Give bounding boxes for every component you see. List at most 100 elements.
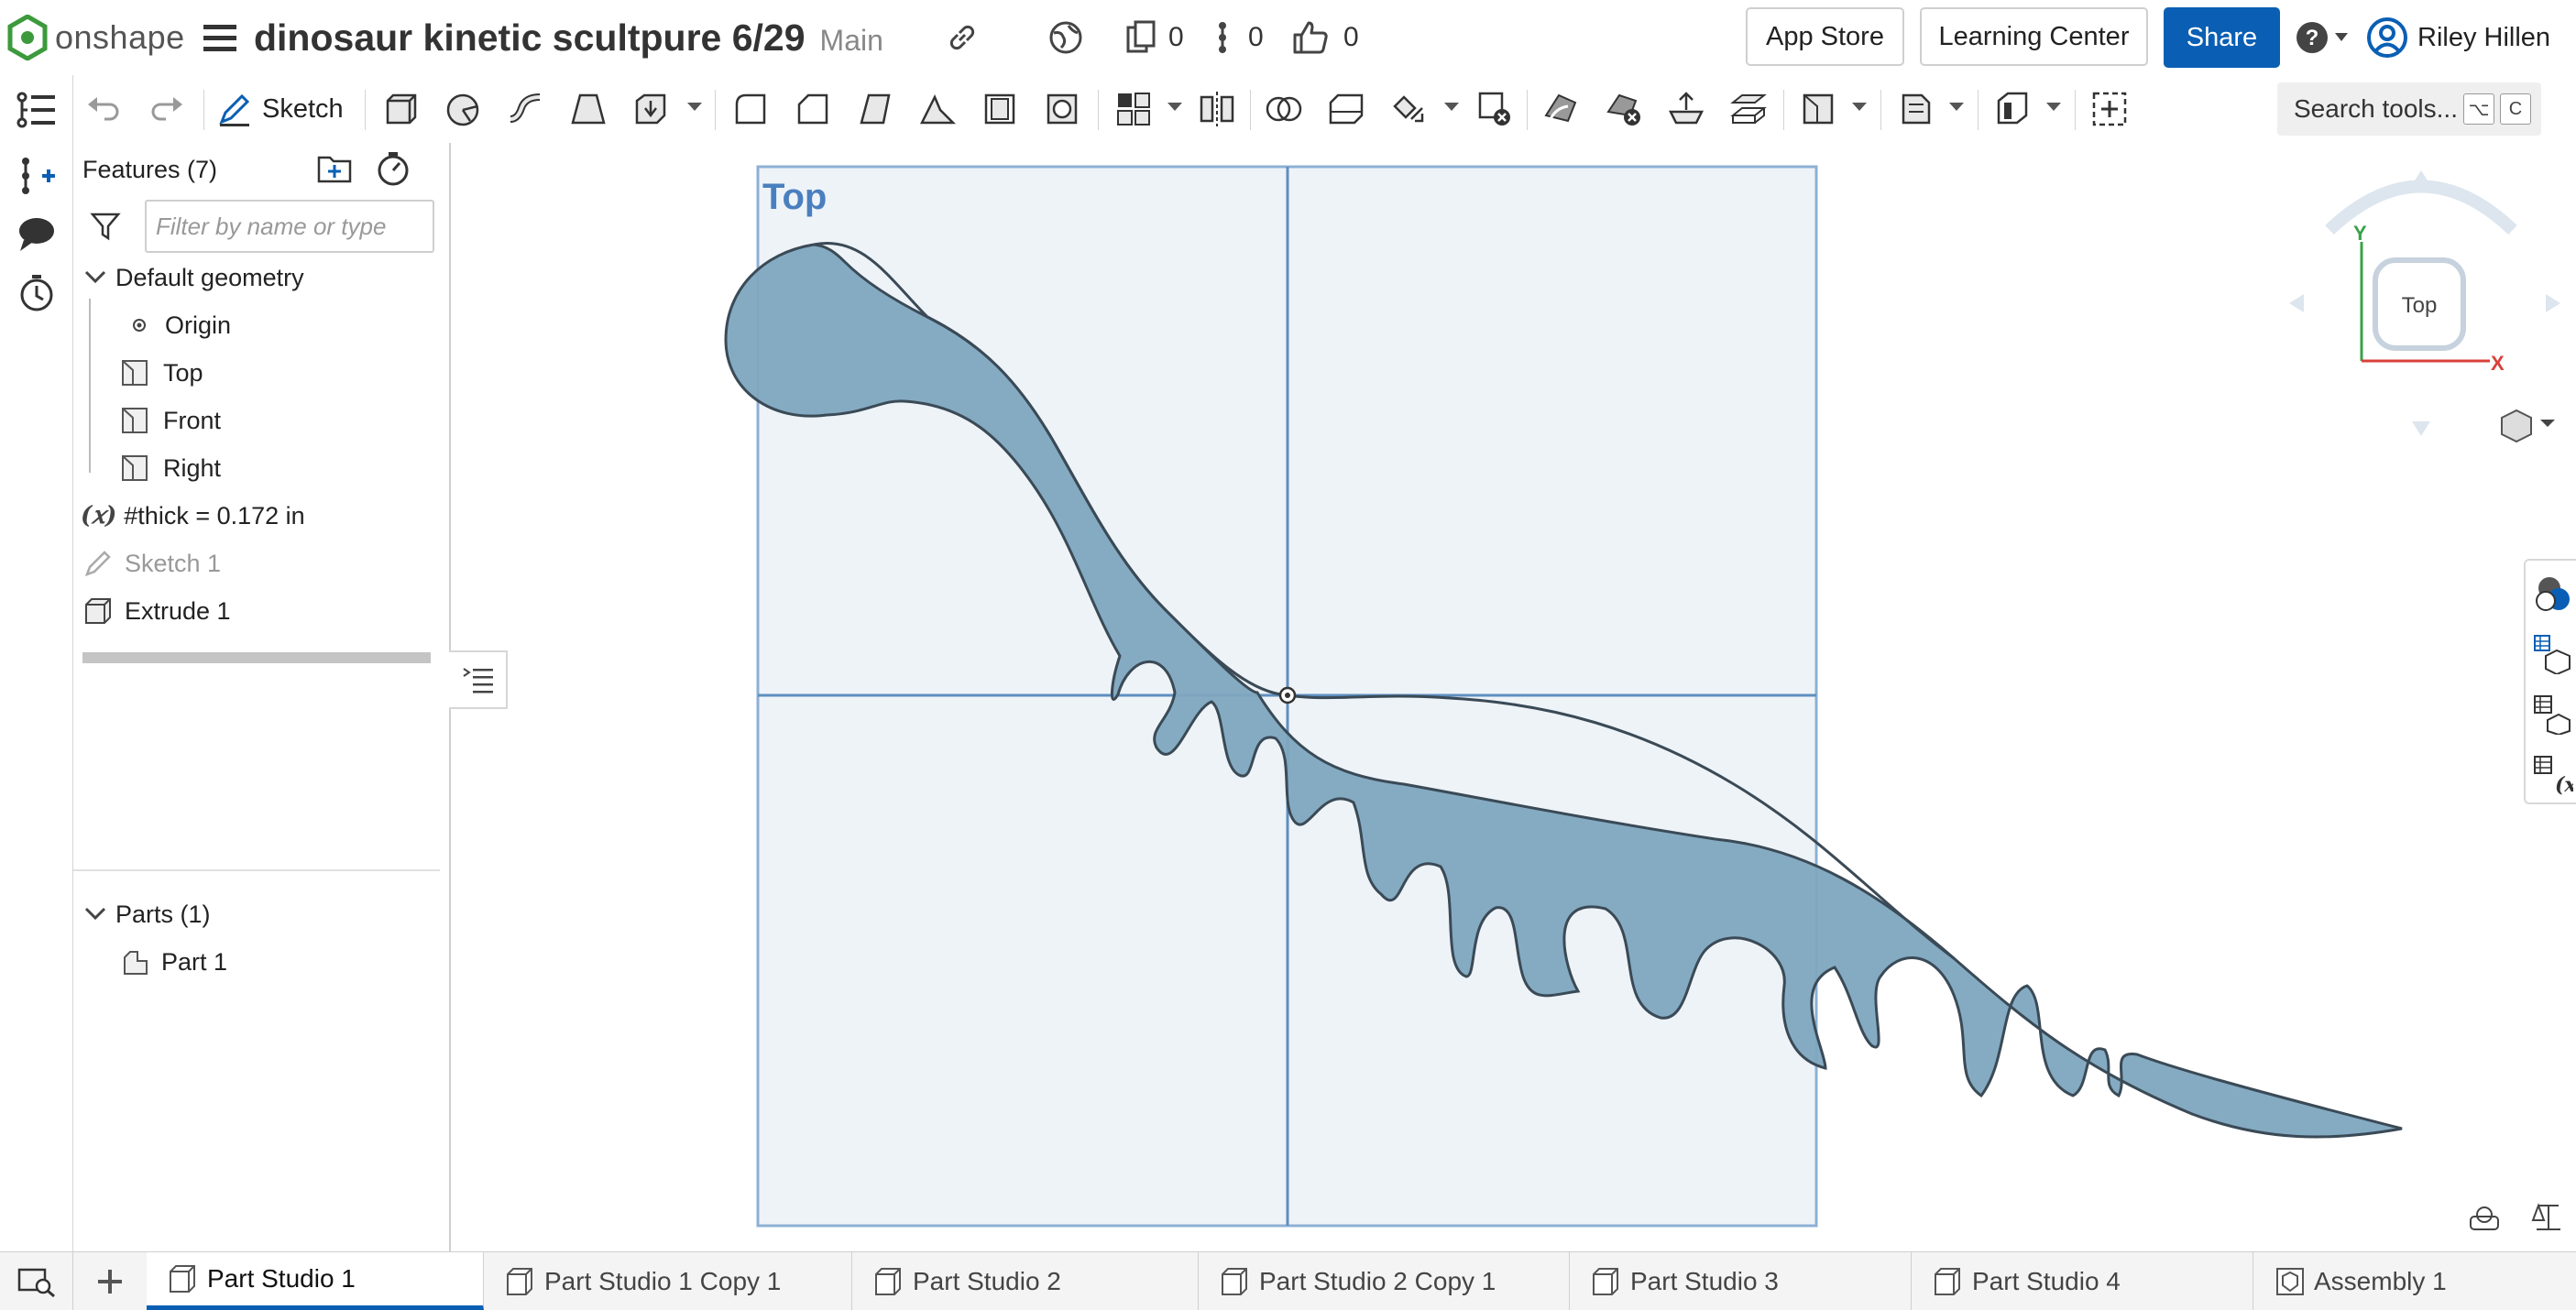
plane-label: Top	[762, 177, 827, 217]
default-geometry-label: Default geometry	[115, 263, 304, 291]
document-title-text[interactable]: dinosaur kinetic scultpure 6/29	[254, 16, 806, 60]
versions-counter[interactable]: 0	[1124, 0, 1184, 75]
chamfer-icon[interactable]	[792, 88, 834, 130]
tab-label: Part Studio 3	[1630, 1266, 1779, 1295]
tab-label: Part Studio 4	[1972, 1266, 2121, 1295]
rebuild-timer-icon[interactable]	[376, 150, 411, 187]
front-plane-label: Front	[163, 406, 222, 434]
split-icon[interactable]	[1325, 88, 1367, 130]
tab-part-studio-1[interactable]: Part Studio 1	[147, 1252, 484, 1310]
boolean-icon[interactable]	[1263, 88, 1305, 130]
undo-icon[interactable]	[82, 88, 125, 130]
variable-label: #thick = 0.172 in	[124, 501, 305, 529]
sketch-button[interactable]: Sketch	[216, 86, 344, 132]
linear-pattern-icon[interactable]	[1113, 88, 1155, 130]
add-custom-feature-icon[interactable]	[2088, 88, 2131, 130]
mass-properties-icon[interactable]	[2531, 1203, 2560, 1230]
filter-icon[interactable]	[90, 211, 121, 242]
document-title[interactable]: dinosaur kinetic scultpure 6/29 Main	[254, 0, 883, 75]
feature-filter-input[interactable]: Filter by name or type	[145, 200, 434, 253]
bom-icon[interactable]	[2533, 634, 2573, 674]
variable-table-icon[interactable]: (x)	[2533, 755, 2573, 795]
user-name[interactable]: Riley Hillen	[2417, 23, 2550, 53]
loft-icon[interactable]	[567, 88, 609, 130]
axis-x-label: X	[2491, 352, 2505, 375]
filter-placeholder: Filter by name or type	[156, 212, 387, 240]
branch-label[interactable]: Main	[820, 24, 883, 58]
part-studio-icon	[167, 1262, 200, 1295]
origin-marker[interactable]	[1278, 686, 1297, 704]
tab-label: Part Studio 1	[207, 1264, 356, 1293]
link-icon[interactable]	[947, 0, 978, 75]
tab-part-studio-2[interactable]: Part Studio 2	[852, 1252, 1199, 1310]
rib-icon[interactable]	[916, 88, 959, 130]
parts-header-row[interactable]: Parts (1)	[82, 891, 211, 937]
tab-part-studio-2-copy-1[interactable]: Part Studio 2 Copy 1	[1199, 1252, 1570, 1310]
rollback-bar[interactable]	[82, 652, 431, 663]
part1-row[interactable]: Part 1	[119, 939, 227, 985]
shell-icon[interactable]	[979, 88, 1021, 130]
draft-icon[interactable]	[854, 88, 896, 130]
add-folder-icon[interactable]	[317, 152, 354, 185]
like-counter[interactable]: 0	[1292, 0, 1359, 75]
feature-list-icon[interactable]	[15, 88, 59, 132]
search-tabs-icon[interactable]	[0, 1252, 73, 1310]
tab-part-studio-3[interactable]: Part Studio 3	[1570, 1252, 1912, 1310]
history-icon[interactable]	[15, 271, 59, 315]
variable-row[interactable]: (𝑥) #thick = 0.172 in	[81, 493, 305, 539]
features-header: Features (7)	[82, 155, 218, 183]
sketch1-row[interactable]: Sketch 1	[82, 540, 221, 586]
graphics-viewport[interactable]: Top Top Y X	[451, 143, 2576, 1251]
top-plane-row[interactable]: Top	[119, 350, 203, 396]
plane-icon[interactable]	[1797, 88, 1839, 130]
measure-tool-icon[interactable]	[2470, 1206, 2499, 1230]
globe-icon[interactable]	[1048, 0, 1083, 75]
part-studio-icon	[504, 1265, 537, 1298]
sweep-icon[interactable]	[505, 88, 547, 130]
mirror-icon[interactable]	[1196, 88, 1238, 130]
comments-icon[interactable]	[15, 213, 59, 257]
tab-label: Part Studio 2	[913, 1266, 1061, 1295]
search-tools-input[interactable]: Search tools... ⌥ C	[2277, 82, 2541, 136]
right-plane-row[interactable]: Right	[119, 445, 221, 491]
part-studio-icon	[1590, 1265, 1623, 1298]
appearance-icon[interactable]	[2533, 573, 2573, 614]
main-menu-icon[interactable]	[203, 0, 236, 75]
user-menu[interactable]: Riley Hillen	[2366, 0, 2550, 75]
tab-assembly-1[interactable]: Assembly 1	[2253, 1252, 2576, 1310]
branches-counter[interactable]: 0	[1215, 0, 1264, 75]
frame-icon[interactable]	[1991, 88, 2033, 130]
share-button[interactable]: Share	[2164, 7, 2280, 68]
learning-center-button[interactable]: Learning Center	[1920, 7, 2148, 66]
tab-part-studio-1-copy-1[interactable]: Part Studio 1 Copy 1	[484, 1252, 852, 1310]
origin-row[interactable]: Origin	[126, 302, 231, 348]
part-list-icon[interactable]	[2533, 694, 2573, 735]
replace-face-icon[interactable]	[1727, 88, 1770, 130]
view-options-icon[interactable]	[2501, 409, 2555, 443]
default-geometry-row[interactable]: Default geometry	[82, 255, 304, 300]
move-face-icon[interactable]	[1665, 88, 1707, 130]
view-cube[interactable]: Top Y X	[2289, 170, 2560, 436]
thicken-icon[interactable]	[630, 88, 672, 130]
app-store-button[interactable]: App Store	[1746, 7, 1904, 66]
onshape-logo[interactable]: onshape	[7, 0, 185, 75]
sheet-metal-icon[interactable]	[1894, 88, 1936, 130]
like-count: 0	[1343, 22, 1359, 52]
tab-part-studio-4[interactable]: Part Studio 4	[1912, 1252, 2253, 1310]
extrude1-row[interactable]: Extrude 1	[82, 588, 231, 634]
help-menu[interactable]: ?	[2295, 0, 2348, 75]
redo-icon[interactable]	[146, 88, 188, 130]
delete-face-icon[interactable]	[1603, 88, 1645, 130]
revolve-icon[interactable]	[443, 88, 485, 130]
tab-bar: Part Studio 1 Part Studio 1 Copy 1 Part …	[0, 1251, 2576, 1310]
fillet-icon[interactable]	[729, 88, 772, 130]
axis-y-label: Y	[2353, 222, 2367, 245]
extrude-icon[interactable]	[380, 88, 422, 130]
transform-icon[interactable]	[1387, 88, 1430, 130]
configurations-icon[interactable]	[15, 154, 59, 198]
front-plane-row[interactable]: Front	[119, 398, 221, 443]
add-tab-icon[interactable]	[73, 1252, 147, 1310]
modify-fillet-icon[interactable]	[1540, 88, 1583, 130]
hole-icon[interactable]	[1041, 88, 1083, 130]
delete-part-icon[interactable]	[1473, 88, 1515, 130]
